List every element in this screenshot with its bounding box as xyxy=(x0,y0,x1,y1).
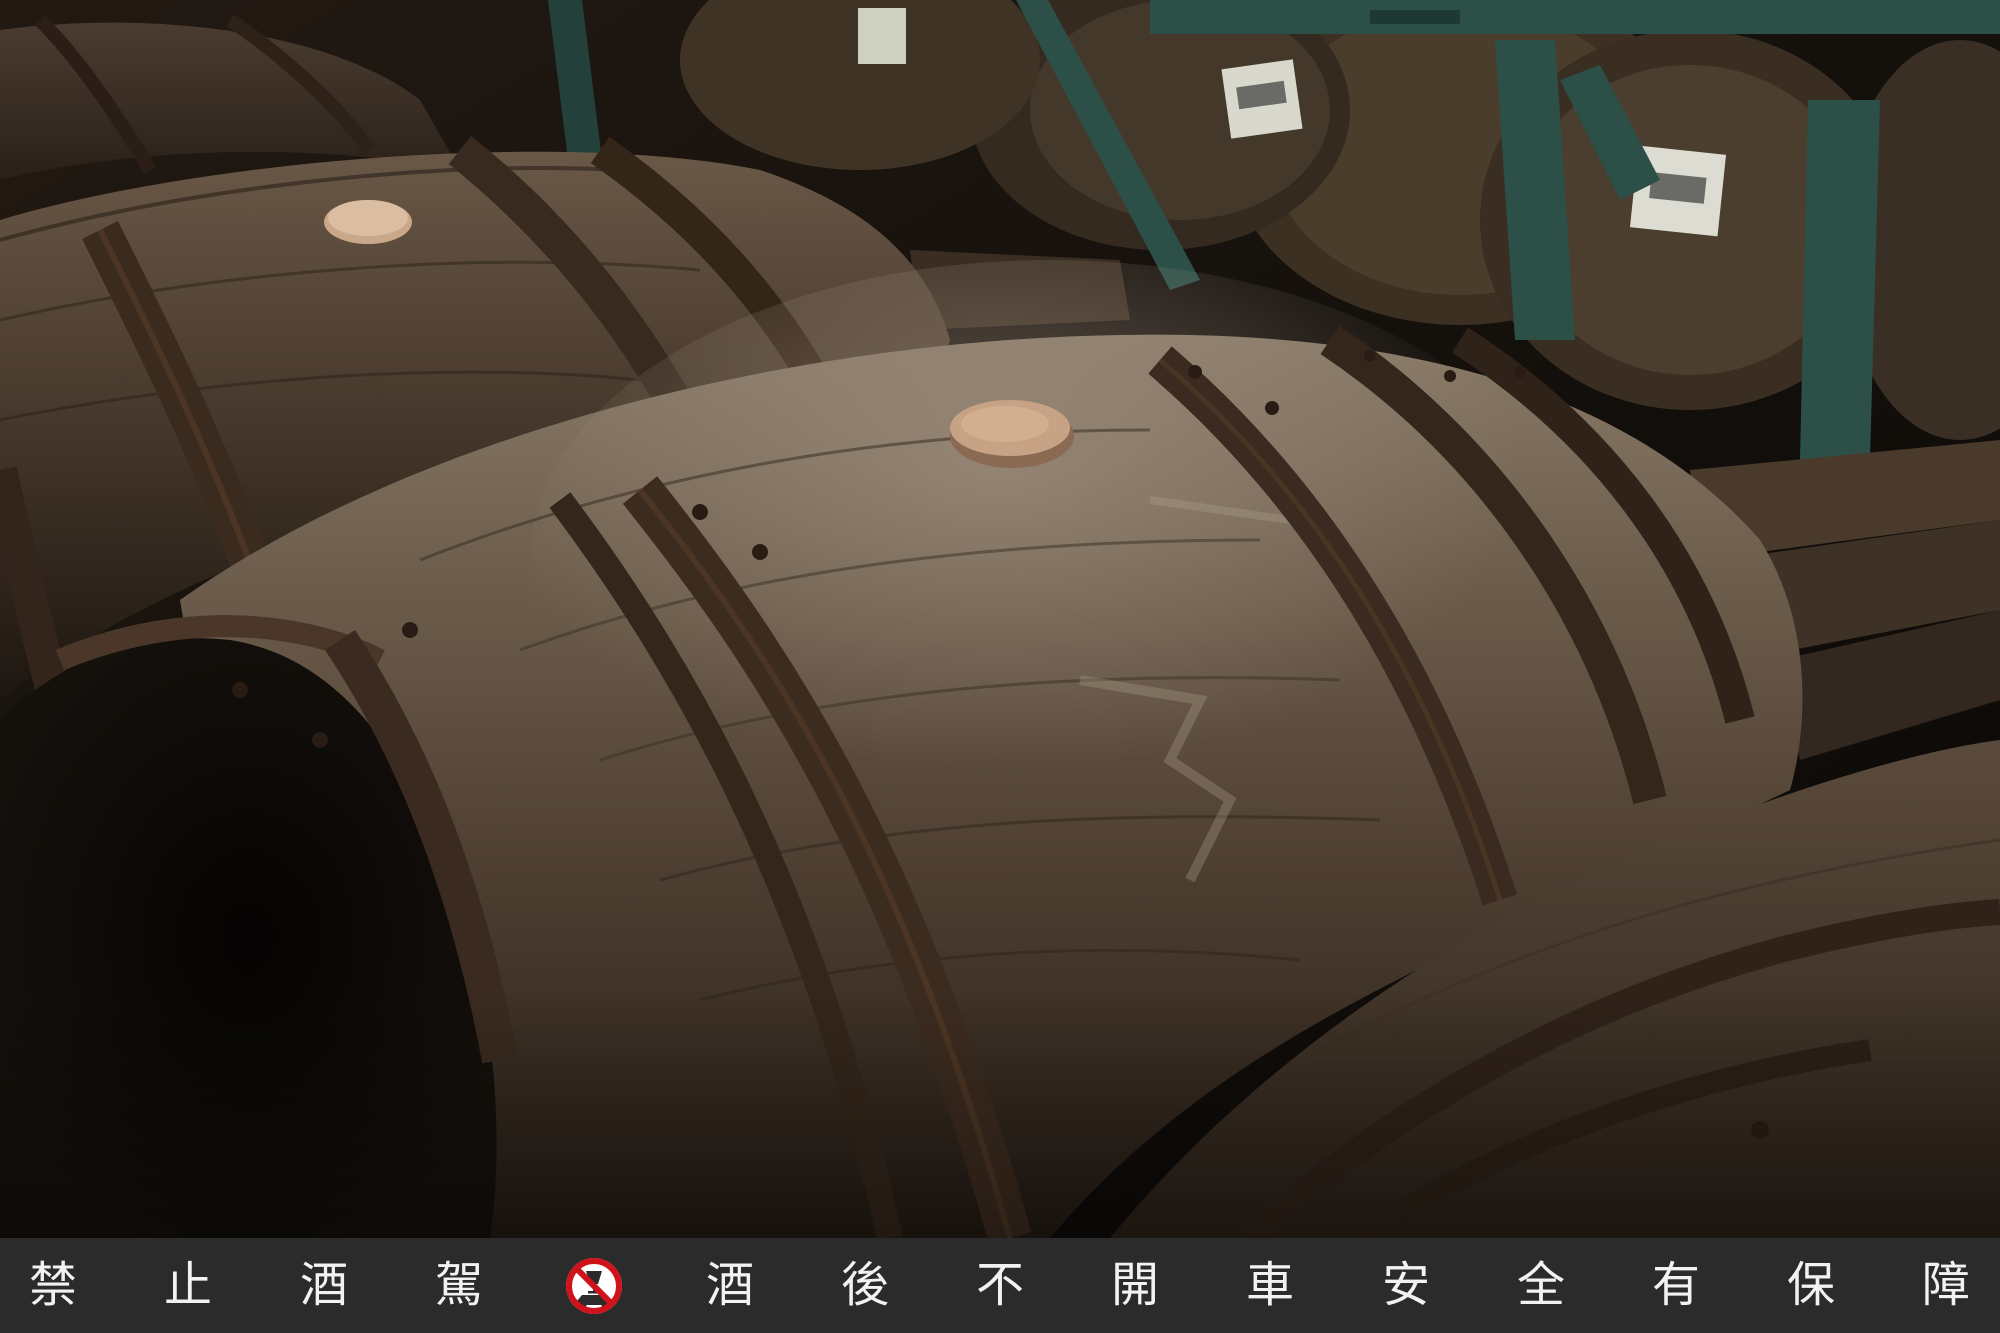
banner-char: 全 xyxy=(1516,1257,1566,1313)
banner-char: 障 xyxy=(1921,1257,1971,1313)
barrel-photo xyxy=(0,0,2000,1238)
photo-stage: 禁 止 酒 駕 酒 後 不 開 車 安 全 有 保 障 xyxy=(0,0,2000,1333)
banner-char: 安 xyxy=(1381,1257,1431,1313)
drink-driving-banner: 禁 止 酒 駕 酒 後 不 開 車 安 全 有 保 障 xyxy=(0,1238,2000,1333)
banner-char: 保 xyxy=(1786,1257,1836,1313)
banner-char: 酒 xyxy=(705,1257,755,1313)
banner-char: 車 xyxy=(1245,1257,1295,1313)
banner-char: 有 xyxy=(1651,1257,1701,1313)
banner-char: 開 xyxy=(1110,1257,1160,1313)
no-drink-driving-icon xyxy=(566,1258,622,1314)
banner-char: 禁 xyxy=(28,1257,78,1313)
banner-char: 止 xyxy=(163,1257,213,1313)
banner-char: 後 xyxy=(840,1257,890,1313)
banner-char: 不 xyxy=(975,1257,1025,1313)
banner-char: 酒 xyxy=(299,1257,349,1313)
banner-char: 駕 xyxy=(434,1257,484,1313)
